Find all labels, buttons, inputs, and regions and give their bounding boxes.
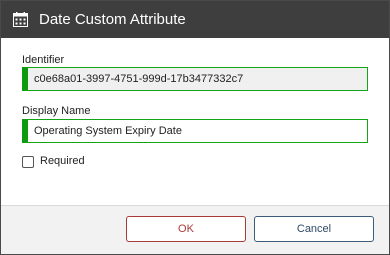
- ok-button[interactable]: OK: [126, 216, 246, 242]
- required-label: Required: [40, 155, 85, 167]
- required-checkbox[interactable]: [22, 155, 34, 168]
- identifier-label: Identifier: [22, 54, 65, 66]
- cancel-button[interactable]: Cancel: [254, 216, 374, 242]
- required-row[interactable]: Required: [22, 155, 85, 168]
- dialog-titlebar: Date Custom Attribute: [1, 1, 389, 38]
- dialog-title: Date Custom Attribute: [39, 11, 186, 28]
- identifier-field[interactable]: [22, 67, 368, 91]
- identifier-input[interactable]: [28, 68, 367, 90]
- display-name-input[interactable]: [28, 120, 367, 142]
- dialog-footer: OK Cancel: [1, 205, 389, 254]
- calendar-icon: [13, 12, 28, 27]
- display-name-field[interactable]: [22, 119, 368, 143]
- date-custom-attribute-dialog: Date Custom Attribute Identifier Display…: [0, 0, 390, 255]
- display-name-label: Display Name: [22, 105, 91, 117]
